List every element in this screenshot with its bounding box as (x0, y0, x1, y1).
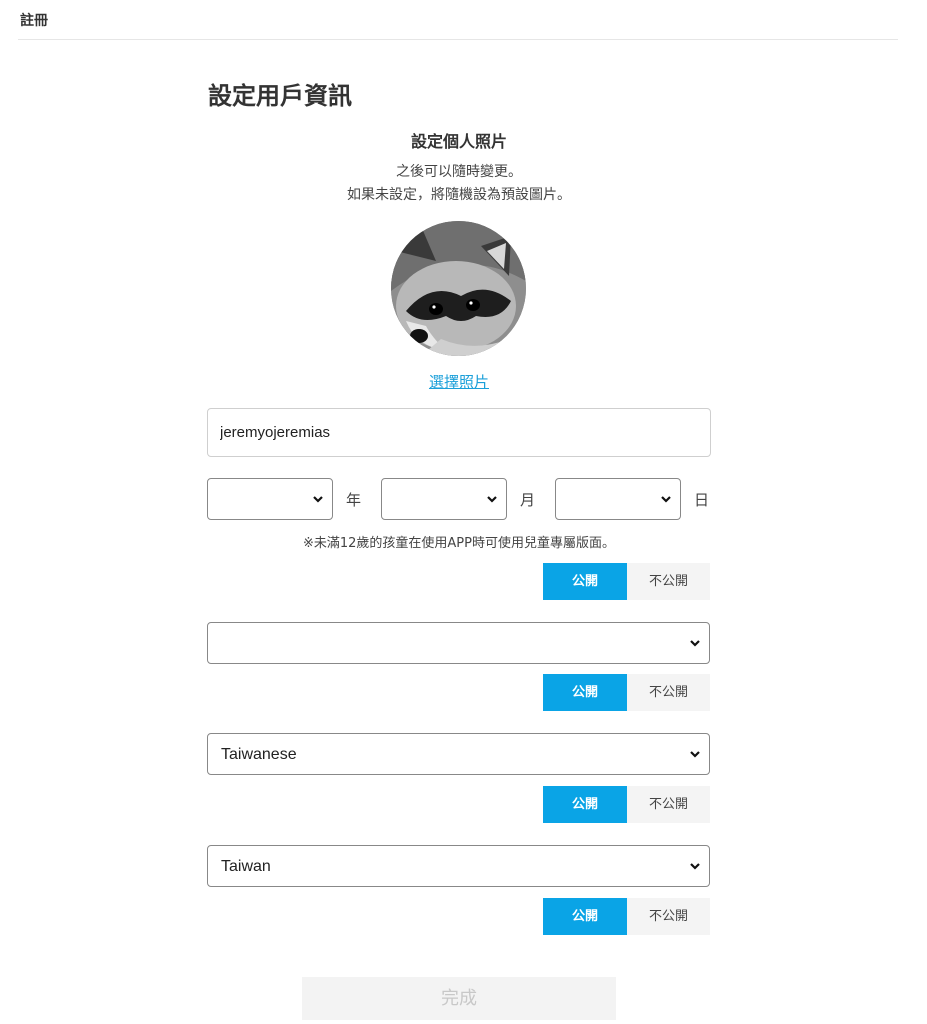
raccoon-photo-icon (391, 221, 526, 356)
chevron-down-icon (661, 496, 671, 503)
public-button[interactable]: 公開 (543, 563, 627, 600)
chevron-down-icon (313, 496, 323, 503)
header: 註冊 (18, 0, 898, 40)
month-select[interactable] (381, 478, 507, 520)
choose-photo-link[interactable]: 選擇照片 (208, 371, 710, 392)
day-unit: 日 (694, 491, 710, 509)
language-visibility-toggle: 公開 不公開 (543, 786, 710, 823)
gender-visibility-toggle: 公開 不公開 (543, 674, 710, 711)
private-button[interactable]: 不公開 (627, 674, 710, 711)
avatar[interactable] (391, 221, 526, 356)
birthday-visibility-toggle: 公開 不公開 (543, 563, 710, 600)
header-title: 註冊 (20, 13, 48, 29)
chevron-down-icon (690, 751, 700, 758)
month-unit: 月 (520, 491, 536, 509)
private-button[interactable]: 不公開 (627, 786, 710, 823)
public-button[interactable]: 公開 (543, 674, 627, 711)
year-select[interactable] (207, 478, 333, 520)
chevron-down-icon (690, 863, 700, 870)
language-select-value: Taiwanese (221, 746, 297, 763)
region-select-value: Taiwan (221, 858, 271, 875)
language-select[interactable]: Taiwanese (207, 733, 710, 775)
region-visibility-toggle: 公開 不公開 (543, 898, 710, 935)
region-select[interactable]: Taiwan (207, 845, 710, 887)
chevron-down-icon (487, 496, 497, 503)
public-button[interactable]: 公開 (543, 786, 627, 823)
birthday-note: ※未滿12歲的孩童在使用APP時可使用兒童專屬版面。 (302, 536, 615, 551)
photo-hint-line1: 之後可以隨時變更。 (396, 164, 522, 180)
photo-hint-line2: 如果未設定，將隨機設為預設圖片。 (347, 187, 571, 203)
day-select[interactable] (555, 478, 681, 520)
public-button[interactable]: 公開 (543, 898, 627, 935)
private-button[interactable]: 不公開 (627, 898, 710, 935)
page-title: 設定用戶資訊 (208, 82, 352, 110)
chevron-down-icon (690, 640, 700, 647)
private-button[interactable]: 不公開 (627, 563, 710, 600)
username-input[interactable] (207, 408, 711, 457)
photo-section-title: 設定個人照片 (410, 132, 507, 151)
year-unit: 年 (346, 491, 362, 509)
gender-select[interactable] (207, 622, 710, 664)
done-button[interactable]: 完成 (302, 977, 616, 1020)
